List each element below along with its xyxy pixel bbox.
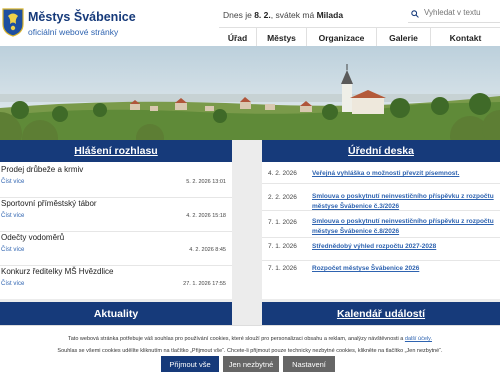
nav-item-mestys[interactable]: Městys [257, 28, 307, 47]
announcement-item[interactable]: Prodej drůbeže a krmiv Číst více 5. 2. 2… [0, 162, 232, 198]
cookie-text-1: Tato webová stránka potřebuje váš souhla… [67, 336, 404, 342]
news-heading[interactable]: Aktuality [0, 302, 232, 325]
read-more-link[interactable]: Číst více [1, 213, 24, 219]
site-title[interactable]: Městys Švábenice [28, 10, 136, 24]
announcement-item[interactable]: Sportovní příměstský tábor Číst více 4. … [0, 196, 232, 232]
board-item-date: 4. 2. 2026 [268, 170, 297, 177]
cookie-more-link[interactable]: další účely. [405, 336, 432, 342]
necessary-only-button[interactable]: Jen nezbytné [223, 356, 279, 372]
announcement-item[interactable]: Odečty vodoměrů Číst více 4. 2. 2026 8:4… [0, 230, 232, 266]
nav-item-organizace[interactable]: Organizace [307, 28, 377, 47]
coat-of-arms-logo[interactable] [2, 7, 24, 37]
nav-item-urad[interactable]: Úřad [219, 28, 257, 47]
official-board-heading-label: Úřední deska [348, 145, 414, 157]
date-prefix: Dnes je [223, 10, 252, 20]
board-item-link[interactable]: Veřejná vyhláška o možnosti převzít píse… [312, 169, 497, 179]
board-item[interactable]: 4. 2. 2026 Veřejná vyhláška o možnosti p… [262, 162, 500, 184]
site-subtitle: oficiální webové stránky [28, 27, 119, 37]
announcement-title[interactable]: Prodej drůbeže a krmiv [1, 165, 83, 174]
search-icon[interactable] [411, 10, 419, 18]
announcement-title[interactable]: Odečty vodoměrů [1, 233, 64, 242]
board-item-date: 2. 2. 2026 [268, 194, 297, 201]
search-input[interactable] [424, 8, 498, 17]
nav-item-kontakt[interactable]: Kontakt [431, 28, 500, 47]
board-item[interactable]: 7. 1. 2026 Střednědobý výhled rozpočtu 2… [262, 238, 500, 261]
announcement-date: 27. 1. 2026 17:55 [183, 281, 226, 287]
announcement-date: 5. 2. 2026 13:01 [186, 179, 226, 185]
calendar-heading-label: Kalendář událostí [336, 307, 426, 320]
announcement-date: 4. 2. 2026 8:45 [189, 247, 226, 253]
board-item-link[interactable]: Smlouva o poskytnutí neinvestičního přís… [312, 217, 497, 237]
read-more-link[interactable]: Číst více [1, 179, 24, 185]
board-item-date: 7. 1. 2026 [268, 219, 297, 226]
read-more-link[interactable]: Číst více [1, 281, 24, 287]
calendar-heading[interactable]: Kalendář událostí [262, 302, 500, 325]
announcement-title[interactable]: Sportovní příměstský tábor [1, 199, 97, 208]
official-board-list: 4. 2. 2026 Veřejná vyhláška o možnosti p… [262, 162, 500, 299]
accept-all-button[interactable]: Přijmout vše [161, 356, 219, 372]
search-box[interactable] [408, 6, 500, 23]
announcement-date: 4. 2. 2026 15:18 [186, 213, 226, 219]
board-item-link[interactable]: Střednědobý výhled rozpočtu 2027-2028 [312, 242, 497, 252]
official-board-heading[interactable]: Úřední deska [262, 140, 500, 162]
nav-item-galerie[interactable]: Galerie [377, 28, 431, 47]
announcements-heading[interactable]: Hlášení rozhlasu [0, 140, 232, 162]
site-header: Městys Švábenice oficiální webové stránk… [0, 0, 500, 47]
announcement-title[interactable]: Konkurz ředitelky MŠ Hvězdlice [1, 267, 113, 276]
board-item[interactable]: 7. 1. 2026 Rozpočet městyse Švábenice 20… [262, 261, 500, 286]
board-item-link[interactable]: Smlouva o poskytnutí neinvestičního přís… [312, 192, 497, 212]
board-item-date: 7. 1. 2026 [268, 243, 297, 250]
main-nav: Úřad Městys Organizace Galerie Kontakt [219, 27, 500, 47]
board-item-date: 7. 1. 2026 [268, 265, 297, 272]
announcements-list: Prodej drůbeže a krmiv Číst více 5. 2. 2… [0, 162, 232, 299]
board-item-link[interactable]: Rozpočet městyse Švábenice 2026 [312, 264, 497, 274]
today-date: 8. 2. [254, 10, 271, 20]
cookie-text-2: Souhlas se všemi cookies udělíte kliknut… [57, 348, 443, 354]
announcement-item[interactable]: Konkurz ředitelky MŠ Hvězdlice Číst více… [0, 264, 232, 300]
village-panorama-image [0, 46, 500, 140]
news-heading-label: Aktuality [93, 307, 139, 320]
announcements-heading-label: Hlášení rozhlasu [74, 145, 158, 157]
board-item[interactable]: 2. 2. 2026 Smlouva o poskytnutí neinvest… [262, 184, 500, 211]
cookie-text-line-1: Tato webová stránka potřebuje váš souhla… [0, 336, 500, 342]
cookie-settings-button[interactable]: Nastavení [283, 356, 335, 372]
read-more-link[interactable]: Číst více [1, 247, 24, 253]
date-line: Dnes je 8. 2., svátek má Milada [223, 10, 343, 20]
name-day-prefix: , svátek má [270, 10, 315, 20]
name-day: Milada [316, 10, 344, 20]
board-item[interactable]: 7. 1. 2026 Smlouva o poskytnutí neinvest… [262, 211, 500, 238]
